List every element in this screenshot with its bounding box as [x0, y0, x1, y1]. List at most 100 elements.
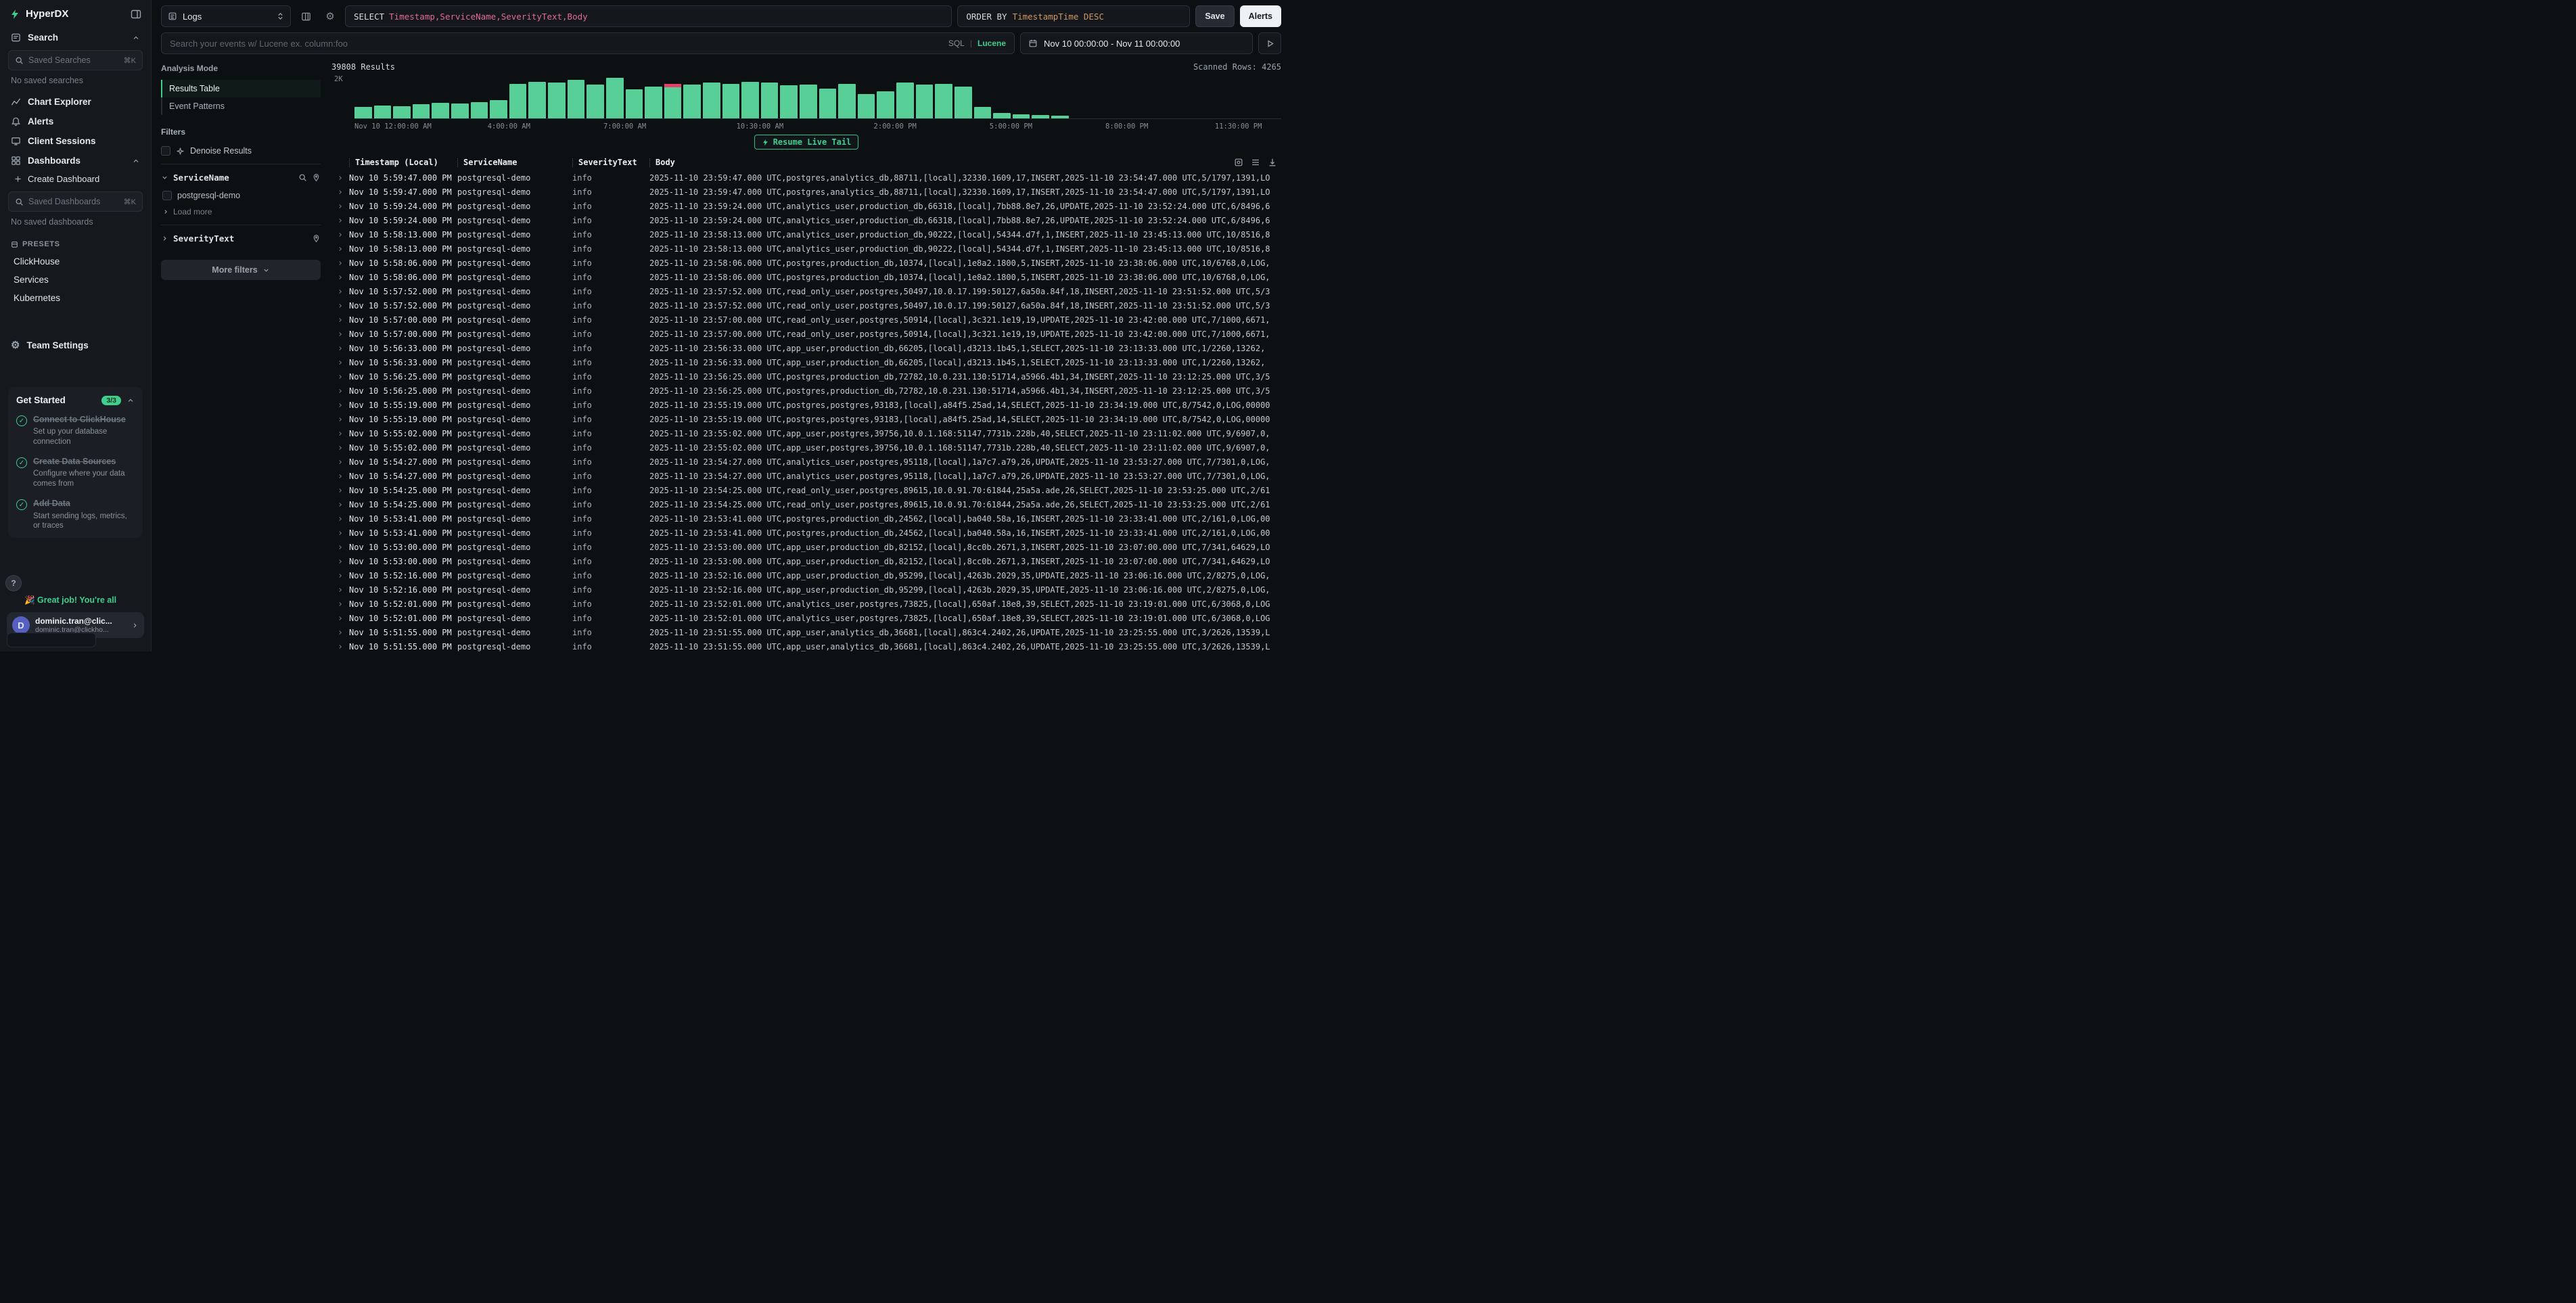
histogram-bar[interactable]	[896, 77, 914, 118]
histogram-bar[interactable]	[954, 77, 972, 118]
histogram-bar[interactable]	[1051, 77, 1069, 118]
histogram-bar[interactable]	[1187, 77, 1204, 118]
row-expand-chevron[interactable]	[331, 260, 349, 267]
table-columns-button[interactable]	[296, 7, 315, 26]
row-expand-chevron[interactable]	[331, 601, 349, 608]
histogram-bar[interactable]	[974, 77, 992, 118]
row-expand-chevron[interactable]	[331, 572, 349, 579]
saved-searches-input[interactable]	[28, 55, 119, 65]
search-icon[interactable]	[298, 173, 307, 182]
histogram-bar[interactable]	[374, 77, 392, 118]
saved-searches-box[interactable]: ⌘K	[8, 50, 143, 70]
log-row[interactable]: Nov 10 5:56:25.000 PM postgresql-demo in…	[331, 369, 1281, 384]
row-expand-chevron[interactable]	[331, 501, 349, 508]
chevron-right-icon[interactable]	[161, 235, 168, 242]
log-row[interactable]: Nov 10 5:53:00.000 PM postgresql-demo in…	[331, 540, 1281, 554]
log-row[interactable]: Nov 10 5:55:19.000 PM postgresql-demo in…	[331, 412, 1281, 426]
filter-group-service-name[interactable]: ServiceName	[161, 164, 321, 188]
get-started-step[interactable]: ✓ Add Data Start sending logs, metrics, …	[16, 498, 135, 531]
log-row[interactable]: Nov 10 5:56:33.000 PM postgresql-demo in…	[331, 341, 1281, 355]
log-row[interactable]: Nov 10 5:58:06.000 PM postgresql-demo in…	[331, 256, 1281, 270]
row-expand-chevron[interactable]	[331, 217, 349, 224]
row-expand-chevron[interactable]	[331, 189, 349, 196]
row-expand-chevron[interactable]	[331, 175, 349, 181]
log-row[interactable]: Nov 10 5:59:47.000 PM postgresql-demo in…	[331, 185, 1281, 199]
histogram-bar[interactable]	[858, 77, 875, 118]
histogram-bar[interactable]	[1013, 77, 1030, 118]
histogram-bar[interactable]	[568, 77, 585, 118]
histogram-bar[interactable]	[354, 77, 372, 118]
row-expand-chevron[interactable]	[331, 544, 349, 551]
log-row[interactable]: Nov 10 5:57:52.000 PM postgresql-demo in…	[331, 298, 1281, 313]
checkbox[interactable]	[162, 191, 172, 200]
row-expand-chevron[interactable]	[331, 629, 349, 636]
histogram-bar[interactable]	[741, 77, 759, 118]
log-row[interactable]: Nov 10 5:55:19.000 PM postgresql-demo in…	[331, 398, 1281, 412]
source-settings-button[interactable]: ⚙	[321, 7, 340, 26]
chevron-up-icon[interactable]	[127, 396, 135, 405]
histogram-bar[interactable]	[1128, 77, 1146, 118]
histogram-bar[interactable]	[683, 77, 701, 118]
row-expand-chevron[interactable]	[331, 331, 349, 338]
log-row[interactable]: Nov 10 5:52:01.000 PM postgresql-demo in…	[331, 611, 1281, 625]
histogram-bar[interactable]	[432, 77, 449, 118]
row-expand-chevron[interactable]	[331, 416, 349, 423]
histogram-bar[interactable]	[509, 77, 527, 118]
log-row[interactable]: Nov 10 5:57:00.000 PM postgresql-demo in…	[331, 313, 1281, 327]
histogram-bar[interactable]	[1245, 77, 1262, 118]
histogram-bar[interactable]	[877, 77, 894, 118]
log-row[interactable]: Nov 10 5:55:02.000 PM postgresql-demo in…	[331, 440, 1281, 455]
histogram-bar[interactable]	[586, 77, 604, 118]
col-header-severity[interactable]: SeverityText	[572, 158, 649, 167]
row-expand-chevron[interactable]	[331, 373, 349, 380]
log-row[interactable]: Nov 10 5:53:00.000 PM postgresql-demo in…	[331, 554, 1281, 568]
histogram-bar[interactable]	[1071, 77, 1088, 118]
sidebar-item-search[interactable]: Search	[7, 28, 144, 47]
histogram-bar[interactable]	[1032, 77, 1049, 118]
alerts-button[interactable]: Alerts	[1240, 5, 1281, 27]
select-clause-input[interactable]: SELECT Timestamp,ServiceName,SeverityTex…	[345, 5, 952, 27]
col-header-body[interactable]: Body	[649, 158, 1227, 167]
log-row[interactable]: Nov 10 5:58:13.000 PM postgresql-demo in…	[331, 227, 1281, 242]
histogram-bar[interactable]	[703, 77, 720, 118]
load-more-button[interactable]: Load more	[161, 203, 321, 225]
collapse-sidebar-icon[interactable]	[131, 9, 141, 20]
mode-results-table[interactable]: Results Table	[161, 80, 321, 97]
row-expand-chevron[interactable]	[331, 246, 349, 252]
preset-item-services[interactable]: Services	[7, 271, 144, 289]
lang-toggle-lucene[interactable]: Lucene	[978, 39, 1006, 48]
log-row[interactable]: Nov 10 5:57:52.000 PM postgresql-demo in…	[331, 284, 1281, 298]
histogram-bar[interactable]	[780, 77, 798, 118]
log-row[interactable]: Nov 10 5:51:55.000 PM postgresql-demo in…	[331, 639, 1281, 652]
histogram-bar[interactable]	[993, 77, 1011, 118]
table-settings-icon[interactable]	[1234, 158, 1243, 167]
histogram-bar[interactable]	[606, 77, 624, 118]
histogram-bar[interactable]	[490, 77, 507, 118]
row-expand-chevron[interactable]	[331, 231, 349, 238]
row-expand-chevron[interactable]	[331, 459, 349, 465]
date-range-picker[interactable]: Nov 10 00:00:00 - Nov 11 00:00:00	[1020, 32, 1253, 54]
denoise-results-toggle[interactable]: Denoise Results	[161, 143, 321, 164]
log-row[interactable]: Nov 10 5:52:16.000 PM postgresql-demo in…	[331, 582, 1281, 597]
histogram-bar[interactable]	[1148, 77, 1166, 118]
histogram-bar[interactable]	[645, 77, 662, 118]
log-row[interactable]: Nov 10 5:53:41.000 PM postgresql-demo in…	[331, 526, 1281, 540]
histogram-bar[interactable]	[1225, 77, 1243, 118]
row-expand-chevron[interactable]	[331, 530, 349, 536]
histogram-bar[interactable]	[626, 77, 643, 118]
row-expand-chevron[interactable]	[331, 516, 349, 522]
row-expand-chevron[interactable]	[331, 473, 349, 480]
histogram-bar[interactable]	[819, 77, 837, 118]
histogram-bar[interactable]	[1206, 77, 1224, 118]
row-expand-chevron[interactable]	[331, 558, 349, 565]
col-header-service[interactable]: ServiceName	[457, 158, 572, 167]
histogram-bar[interactable]	[935, 77, 952, 118]
sidebar-item-chart-explorer[interactable]: Chart Explorer	[7, 92, 144, 112]
histogram-bar[interactable]	[761, 77, 779, 118]
sidebar-item-client-sessions[interactable]: Client Sessions	[7, 131, 144, 151]
histogram-bar[interactable]	[838, 77, 856, 118]
save-button[interactable]: Save	[1195, 5, 1234, 27]
histogram-bar[interactable]	[1090, 77, 1107, 118]
saved-dashboards-box[interactable]: ⌘K	[8, 191, 143, 212]
chevron-down-icon[interactable]	[161, 174, 168, 181]
